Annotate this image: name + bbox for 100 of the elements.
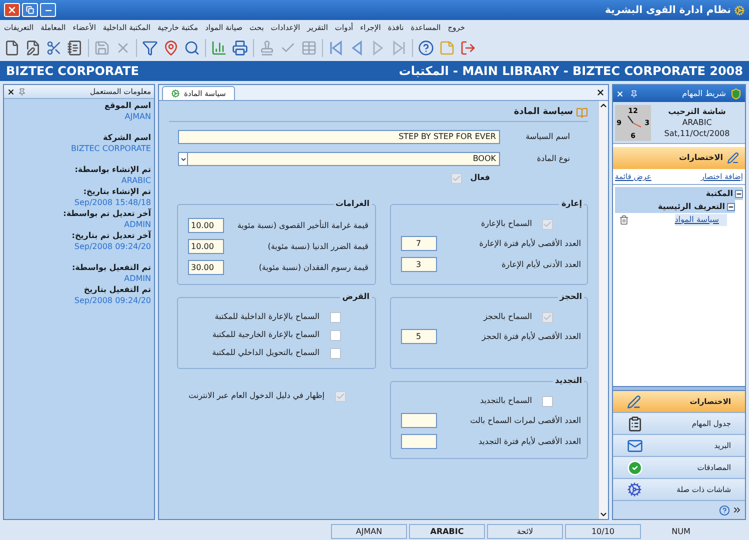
- group-title: إعارة: [559, 198, 584, 210]
- checkbox[interactable]: [330, 312, 340, 322]
- info-label: اسم الشركة: [102, 132, 151, 143]
- restore-icon: [26, 6, 34, 14]
- panel-title: شريط المهام: [682, 88, 726, 100]
- info-value: ARABIC: [120, 175, 151, 186]
- checkbox[interactable]: [542, 396, 553, 406]
- pen-icon: [727, 152, 739, 164]
- field-label: العدد الأدنى لأيام الإعارة: [502, 258, 581, 270]
- info-label: اسم الموقع: [104, 100, 151, 111]
- field-label: العدد الأقصى لأيام فترة الحجز: [482, 330, 581, 342]
- status-cell-text: NUM: [670, 526, 692, 538]
- help-icon[interactable]: [719, 504, 730, 516]
- date-text: Sat,11/Oct/2008: [664, 128, 730, 139]
- group-title: القرض: [340, 291, 372, 303]
- field-label: قيمة الضرر الدنيا (نسبة مئوية): [268, 240, 368, 252]
- info-label: تم الإنشاء بتاريخ:: [82, 186, 151, 197]
- number-field[interactable]: 30.00: [188, 260, 224, 275]
- gear-icon: [171, 89, 180, 98]
- status-cell: لائحة: [487, 524, 563, 539]
- checkbox-label: السماح بالإعارة: [480, 218, 532, 230]
- field-label: العدد الأقصى لأيام فترة الإعارة: [479, 238, 581, 250]
- info-value: Sep/2008 09:24/20: [73, 295, 151, 306]
- check-icon: [627, 460, 643, 476]
- number-field[interactable]: [400, 434, 436, 449]
- pen-icon: [627, 394, 641, 408]
- module-title: MAIN LIBRARY - BIZTEC CORPORATE 2008 - المكتبات: [398, 63, 743, 80]
- minimize-button[interactable]: [40, 3, 56, 17]
- book-icon: [576, 107, 588, 119]
- collapse-icon[interactable]: [727, 202, 735, 210]
- close-icon: [7, 5, 17, 15]
- field-label: قيمة غرامة التأخير القصوى (نسبة مئوية: [237, 220, 368, 232]
- bin-icon[interactable]: [619, 214, 629, 224]
- printer-icon[interactable]: [230, 38, 250, 58]
- checkbox-label: السماح بالتحويل الداخلي للمكتبة: [212, 347, 320, 359]
- tree-link[interactable]: سياسة المواد: [674, 214, 727, 226]
- field-label: العدد الأقصى لمرات السماح بالت: [470, 414, 581, 426]
- shield-icon: [730, 88, 742, 100]
- info-label: آخر تعديل تم بواسطة:: [62, 208, 151, 219]
- info-value: Sep/2008 09:24/20: [73, 241, 151, 252]
- checkbox-label: السماح بالإعارة الخارجية للمكتبة: [212, 329, 320, 341]
- info-value: Sep/2008 15:48/18: [73, 197, 151, 208]
- info-label: تم التفعيل بتاريخ: [82, 284, 151, 295]
- app-icon: [734, 4, 745, 16]
- status-cell: 10/10: [565, 524, 641, 539]
- info-value: BIZTEC CORPORATE: [70, 143, 151, 154]
- language-text: ARABIC: [682, 117, 712, 128]
- checkbox[interactable]: [451, 172, 462, 184]
- pin-icon[interactable]: [630, 90, 638, 98]
- help-icon[interactable]: [416, 38, 436, 58]
- company-name: BIZTEC CORPORATE: [6, 63, 139, 80]
- info-value: AJMAN: [124, 111, 151, 122]
- close-button[interactable]: [4, 3, 20, 17]
- checkbox-label: فعال: [470, 172, 490, 184]
- status-cell: AJMAN: [331, 524, 407, 539]
- close-icon[interactable]: [596, 88, 605, 97]
- checkbox-label: إظهار في دليل الدخول العام عبر الانترنت: [188, 390, 324, 402]
- collapse-icon[interactable]: [735, 190, 743, 198]
- chevrons-icon[interactable]: [732, 505, 742, 515]
- select-field[interactable]: BOOK: [178, 152, 500, 166]
- scroll-up-icon[interactable]: [599, 101, 608, 110]
- pin-icon[interactable]: [18, 88, 26, 96]
- form-title: سياسة المادة: [514, 106, 573, 120]
- info-value: ADMIN: [123, 273, 151, 284]
- info-label: تم التفعيل بواسطة:: [70, 262, 151, 273]
- group-title: التجديد: [552, 375, 584, 387]
- tree-item[interactable]: المكتبة: [706, 188, 733, 200]
- checkbox[interactable]: [542, 312, 553, 322]
- checkbox-label: السماح بالتجديد: [480, 395, 532, 407]
- number-field[interactable]: 5: [400, 329, 436, 344]
- shortcuts-title: الاختصارات: [678, 152, 723, 164]
- restore-button[interactable]: [22, 3, 38, 17]
- group-title: الحجز: [558, 291, 584, 303]
- field-label: العدد الأقصى لأيام فترة التجديد: [478, 436, 581, 448]
- info-value: ADMIN: [123, 219, 151, 230]
- number-field[interactable]: 7: [400, 236, 436, 251]
- scroll-down-icon[interactable]: [599, 510, 608, 519]
- number-field[interactable]: [400, 413, 436, 428]
- clipboard-icon: [627, 416, 643, 432]
- number-field[interactable]: 3: [400, 257, 436, 272]
- info-label: تم الإنشاء بواسطة:: [74, 164, 151, 175]
- checkbox[interactable]: [334, 390, 346, 402]
- number-field[interactable]: 10.00: [188, 239, 224, 254]
- mail-icon: [627, 438, 643, 454]
- number-field[interactable]: 10.00: [188, 218, 224, 233]
- field-label: نوع المادة: [536, 153, 571, 165]
- checkbox[interactable]: [542, 218, 553, 230]
- checkbox-label: السماح بالحجز: [484, 311, 532, 323]
- group-title: الغرامات: [334, 198, 372, 210]
- checkbox[interactable]: [330, 330, 340, 340]
- field-label: قيمة رسوم الفقدان (نسبة مئوية): [258, 262, 368, 274]
- checkbox-label: السماح بالإعارة الداخلية للمكتبة: [214, 311, 320, 323]
- welcome-title: شاشة الترحيب: [668, 106, 726, 117]
- close-icon[interactable]: [7, 88, 15, 96]
- checkbox[interactable]: [330, 348, 340, 358]
- gears-icon: [627, 482, 642, 497]
- field-label: اسم السياسة: [524, 131, 571, 143]
- window-title: نظام ادارة القوى البشرية: [605, 4, 731, 18]
- text-field[interactable]: STEP BY STEP FOR EVER: [178, 130, 500, 144]
- scrollbar[interactable]: [598, 101, 608, 519]
